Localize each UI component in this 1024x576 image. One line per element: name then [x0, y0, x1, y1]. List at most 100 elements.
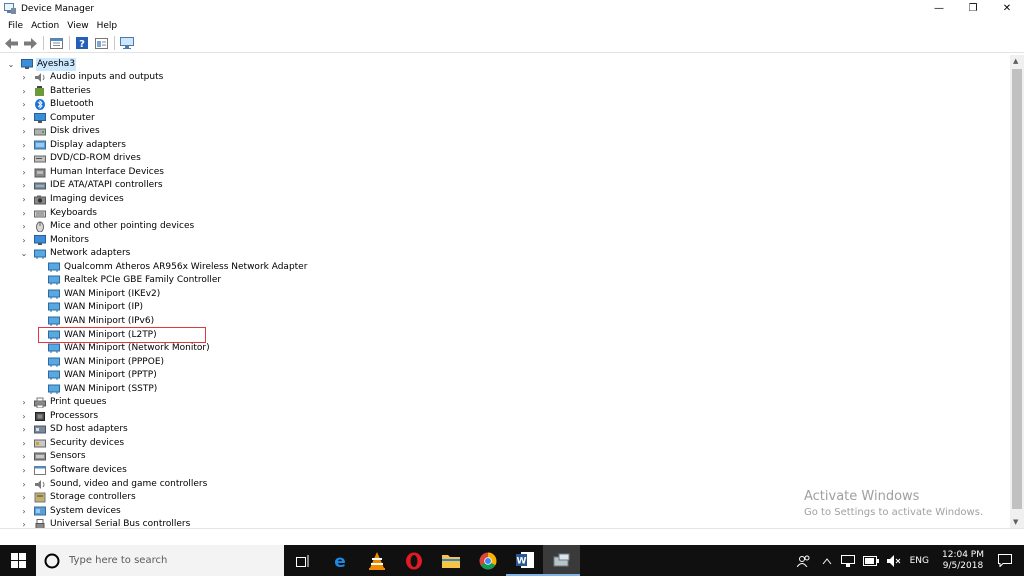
expand-chevron-icon[interactable]: › — [19, 100, 29, 109]
minimize-button[interactable]: — — [922, 0, 956, 17]
start-button[interactable] — [0, 545, 36, 576]
properties-icon[interactable] — [48, 35, 64, 51]
expand-chevron-icon[interactable]: › — [19, 195, 29, 204]
expand-chevron-icon[interactable]: › — [19, 127, 29, 136]
view-icon[interactable] — [93, 35, 109, 51]
expand-chevron-icon[interactable]: › — [19, 493, 29, 502]
network-adapter-item[interactable]: WAN Miniport (IP) — [33, 301, 144, 314]
expand-chevron-icon[interactable]: › — [19, 154, 29, 163]
monitor-icon[interactable] — [119, 35, 135, 51]
tree-item-label: Security devices — [50, 437, 125, 448]
tree-category[interactable]: › Sound, video and game controllers — [19, 478, 208, 491]
task-view-icon[interactable] — [284, 545, 321, 576]
menu-view[interactable]: View — [63, 21, 92, 31]
forward-icon[interactable] — [22, 35, 38, 51]
vlc-icon[interactable] — [358, 545, 395, 576]
opera-icon[interactable] — [395, 545, 432, 576]
horizontal-scrollbar[interactable] — [0, 528, 1024, 544]
expand-chevron-icon[interactable]: › — [19, 507, 29, 516]
network-adapter-item[interactable]: WAN Miniport (IKEv2) — [33, 288, 161, 301]
tree-category[interactable]: › Security devices — [19, 437, 125, 450]
network-adapter-item[interactable]: WAN Miniport (SSTP) — [33, 383, 158, 396]
expand-chevron-icon[interactable]: › — [19, 236, 29, 245]
tree-category[interactable]: › System devices — [19, 505, 122, 518]
tree-item-label: WAN Miniport (PPPOE) — [64, 356, 165, 367]
tree-category[interactable]: › Batteries — [19, 85, 92, 98]
tree-category[interactable]: › Sensors — [19, 450, 87, 463]
tree-category[interactable]: › Universal Serial Bus controllers — [19, 518, 191, 528]
people-icon — [796, 555, 810, 567]
expand-chevron-icon[interactable]: › — [19, 168, 29, 177]
tree-category[interactable]: › SD host adapters — [19, 423, 129, 436]
tree-category[interactable]: › Keyboards — [19, 207, 98, 220]
word-icon[interactable]: W — [506, 545, 543, 576]
back-icon[interactable] — [3, 35, 19, 51]
network-adapter-item[interactable]: WAN Miniport (IPv6) — [33, 315, 155, 328]
menu-file[interactable]: File — [4, 21, 27, 31]
tree-category[interactable]: › Computer — [19, 112, 96, 125]
scrollbar-thumb[interactable] — [1012, 69, 1022, 509]
expand-chevron-icon[interactable]: › — [19, 439, 29, 448]
speaker-icon — [34, 72, 46, 83]
tree-category[interactable]: › Software devices — [19, 464, 128, 477]
tree-category[interactable]: › Print queues — [19, 396, 107, 409]
tree-category[interactable]: › Bluetooth — [19, 98, 95, 111]
tree-category[interactable]: › Human Interface Devices — [19, 166, 165, 179]
computer-icon — [34, 112, 46, 124]
tree-category[interactable]: › Processors — [19, 410, 99, 423]
expand-chevron-icon[interactable]: › — [19, 209, 29, 218]
tree-root[interactable]: ⌄ Ayesha3 — [6, 57, 77, 71]
tree-category[interactable]: › Imaging devices — [19, 193, 125, 206]
network-adapter-item[interactable]: WAN Miniport (PPTP) — [33, 369, 158, 382]
network-adapter-item[interactable]: Qualcomm Atheros AR956x Wireless Network… — [33, 261, 308, 274]
tree-category[interactable]: › Storage controllers — [19, 491, 137, 504]
network-adapter-item[interactable]: Realtek PCIe GBE Family Controller — [33, 274, 222, 287]
expand-chevron-icon[interactable]: › — [19, 425, 29, 434]
device-manager-taskbar-icon[interactable] — [543, 545, 580, 576]
tree-category[interactable]: › IDE ATA/ATAPI controllers — [19, 179, 164, 192]
expand-chevron-icon[interactable]: › — [19, 222, 29, 231]
expand-chevron-icon[interactable]: › — [19, 452, 29, 461]
edge-icon[interactable]: e — [321, 545, 358, 576]
expand-chevron-icon[interactable]: › — [19, 480, 29, 489]
expand-chevron-icon[interactable]: › — [19, 141, 29, 150]
tree-item-label: Realtek PCIe GBE Family Controller — [64, 275, 222, 286]
tree-category[interactable]: › Mice and other pointing devices — [19, 220, 195, 233]
expand-chevron-icon[interactable]: › — [19, 412, 29, 421]
restore-button[interactable]: ❐ — [956, 0, 990, 17]
menu-help[interactable]: Help — [93, 21, 122, 31]
vertical-scrollbar[interactable]: ▲ ▼ — [1010, 55, 1024, 528]
expand-chevron-icon[interactable]: › — [19, 73, 29, 82]
chrome-icon[interactable] — [469, 545, 506, 576]
network-adapter-item[interactable]: WAN Miniport (PPPOE) — [33, 356, 165, 369]
tree-category[interactable]: › DVD/CD-ROM drives — [19, 152, 142, 165]
tree-category[interactable]: › Display adapters — [19, 139, 127, 152]
network-adapter-item[interactable]: WAN Miniport (Network Monitor) — [33, 342, 211, 355]
help-icon[interactable]: ? — [74, 35, 90, 51]
chevron-up-icon — [822, 557, 831, 564]
taskbar-search[interactable]: Type here to search — [36, 545, 284, 576]
tree-category[interactable]: › Monitors — [19, 234, 90, 247]
collapse-chevron-icon[interactable]: ⌄ — [19, 249, 29, 258]
file-explorer-icon[interactable] — [432, 545, 469, 576]
collapse-chevron-icon[interactable]: ⌄ — [6, 60, 16, 69]
expand-chevron-icon[interactable]: › — [19, 520, 29, 528]
expand-chevron-icon[interactable]: › — [19, 466, 29, 475]
clock[interactable]: 12:04 PM 9/5/2018 — [942, 550, 984, 572]
language-indicator[interactable]: ENG — [910, 556, 929, 566]
tree-category[interactable]: › Disk drives — [19, 125, 101, 138]
expand-chevron-icon[interactable]: › — [19, 398, 29, 407]
expand-chevron-icon[interactable]: › — [19, 114, 29, 123]
clock-time: 12:04 PM — [942, 549, 984, 560]
scroll-up-icon[interactable]: ▲ — [1013, 57, 1018, 65]
network-adapter-item[interactable]: WAN Miniport (L2TP) — [33, 329, 158, 342]
scroll-down-icon[interactable]: ▼ — [1013, 518, 1018, 526]
expand-chevron-icon[interactable]: › — [19, 181, 29, 190]
tree-category[interactable]: ⌄ Network adapters — [19, 247, 131, 260]
expand-chevron-icon[interactable]: › — [19, 87, 29, 96]
menu-action[interactable]: Action — [27, 21, 63, 31]
tree-item-label: Monitors — [50, 234, 89, 245]
close-button[interactable]: ✕ — [990, 0, 1024, 17]
tree-category[interactable]: › Audio inputs and outputs — [19, 71, 164, 84]
tree-item-label: Qualcomm Atheros AR956x Wireless Network… — [64, 261, 308, 272]
